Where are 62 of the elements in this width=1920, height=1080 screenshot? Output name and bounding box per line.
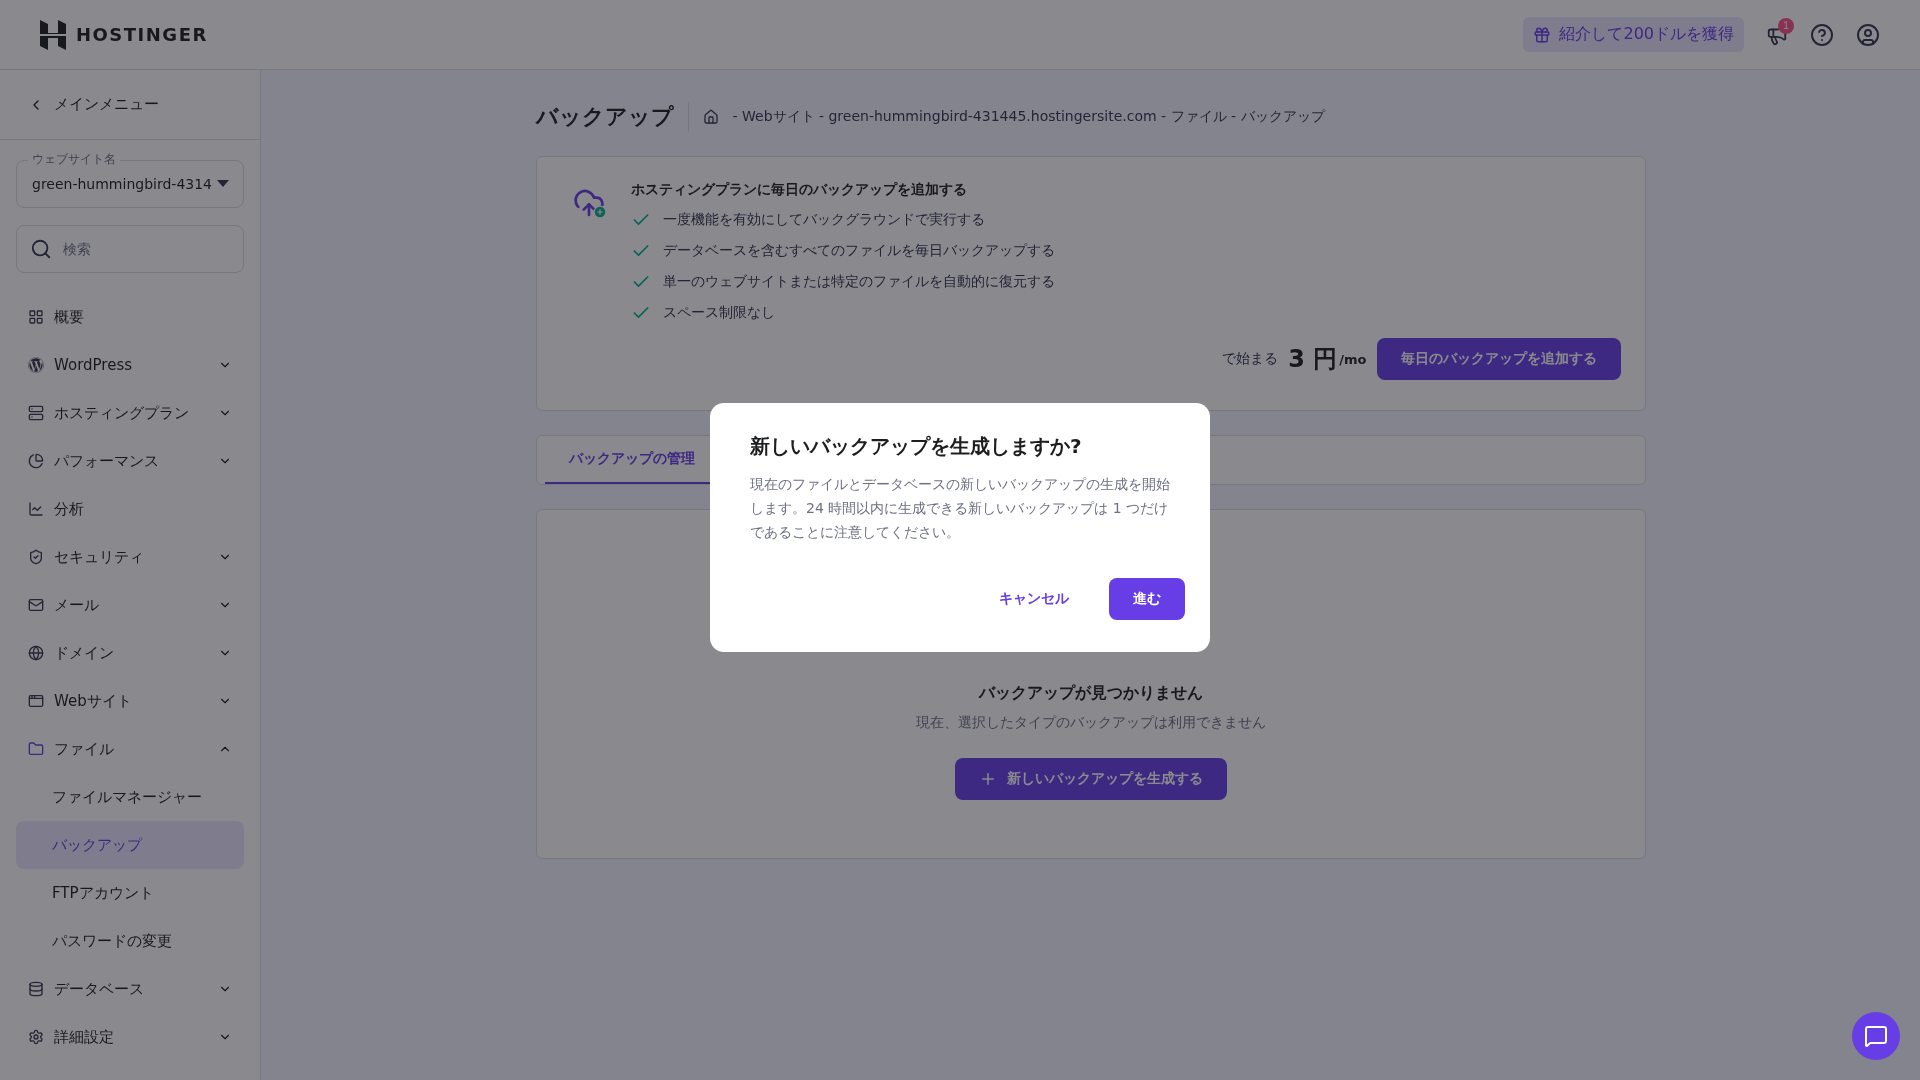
sidebar-item[interactable]: パフォーマンス: [0, 437, 260, 485]
feature-text: スペース制限なし: [662, 304, 775, 322]
sidebar-item[interactable]: 概要: [0, 293, 260, 341]
menu-icon: [28, 645, 44, 661]
price-unit: /mo: [1339, 351, 1367, 367]
menu-icon: [28, 693, 44, 709]
feature-text: 単一のウェブサイトまたは特定のファイルを自動的に復元する: [662, 273, 1055, 291]
search-icon: [30, 238, 52, 260]
feature-text: 一度機能を有効にしてバックグラウンドで実行する: [662, 211, 985, 229]
sidebar-item[interactable]: 詳細設定: [0, 1013, 260, 1061]
price-prefix: で始まる: [1222, 350, 1279, 368]
promo-title: ホスティングプランに毎日のバックアップを追加する: [630, 181, 968, 199]
price: 3 円: [1288, 344, 1338, 375]
sidebar-item[interactable]: メール: [0, 581, 260, 629]
menu-icon: [28, 597, 44, 613]
help-icon[interactable]: [1810, 22, 1834, 47]
home-icon: [702, 109, 719, 125]
breadcrumb: - Webサイト - green-hummingbird-431445.hostingersite.com - ファイル - バックアップ: [732, 108, 1325, 126]
field-label: ウェブサイト名: [28, 151, 120, 168]
menu-icon: [28, 357, 44, 373]
notification-badge: 1: [1778, 17, 1794, 34]
empty-title: バックアップが見つかりません: [978, 683, 1203, 704]
sidebar-item[interactable]: ドメイン: [0, 629, 260, 677]
feature-text: データベースを含むすべてのファイルを毎日バックアップする: [662, 242, 1055, 260]
dialog-title: 新しいバックアップを生成しますか?: [750, 432, 1083, 460]
page-title: バックアップ: [535, 102, 689, 132]
menu-icon: [28, 405, 44, 421]
dialog-text: 現在のファイルとデータベースの新しいバックアップの生成を開始します。24 時間以内に生成できる新しいバックアップは 1 つだけであることに注意してください。: [750, 474, 1171, 542]
menu-icon: [28, 1029, 44, 1045]
menu-icon: [28, 453, 44, 469]
sidebar-subitem[interactable]: パスワードの変更: [16, 917, 244, 965]
search-field[interactable]: 検索: [16, 225, 244, 273]
sidebar-item[interactable]: ファイル: [0, 725, 260, 773]
sidebar-subitem[interactable]: バックアップ: [16, 821, 244, 869]
logo-text: HOSTINGER: [76, 24, 208, 45]
sidebar-item[interactable]: データベース: [0, 965, 260, 1013]
menu-icon: [28, 549, 44, 565]
add-backup-button[interactable]: 毎日のバックアップを追加する: [1376, 338, 1621, 380]
menu-icon: [28, 501, 44, 517]
empty-text: 現在、選択したタイプのバックアップは利用できません: [915, 714, 1266, 732]
sidebar-subitem[interactable]: FTPアカウント: [16, 869, 244, 917]
caret-icon: [217, 180, 229, 188]
sidebar-item[interactable]: Webサイト: [0, 677, 260, 725]
sidebar-item[interactable]: ホスティングプラン: [0, 389, 260, 437]
account-icon[interactable]: [1856, 22, 1880, 47]
menu-icon: [28, 981, 44, 997]
gift-icon: [1533, 25, 1552, 44]
cancel-button[interactable]: キャンセル: [983, 579, 1085, 618]
sidebar-item[interactable]: WordPress: [0, 341, 260, 389]
generate-backup-button[interactable]: 新しいバックアップを生成する: [954, 758, 1227, 800]
sidebar-item[interactable]: セキュリティ: [0, 533, 260, 581]
back-link[interactable]: メインメニュー: [0, 70, 260, 140]
chat-button[interactable]: [1852, 1012, 1900, 1060]
cloud-upload-icon: [572, 187, 607, 219]
menu-icon: [28, 741, 44, 757]
logo-icon: [40, 19, 66, 50]
referral-button[interactable]: 紹介して200ドルを獲得: [1523, 17, 1744, 52]
sidebar-item[interactable]: 分析: [0, 485, 260, 533]
proceed-button[interactable]: 進む: [1109, 577, 1185, 620]
sidebar-subitem[interactable]: ファイルマネージャー: [16, 773, 244, 821]
menu-icon: [28, 309, 44, 325]
chat-icon: [1864, 1024, 1888, 1048]
